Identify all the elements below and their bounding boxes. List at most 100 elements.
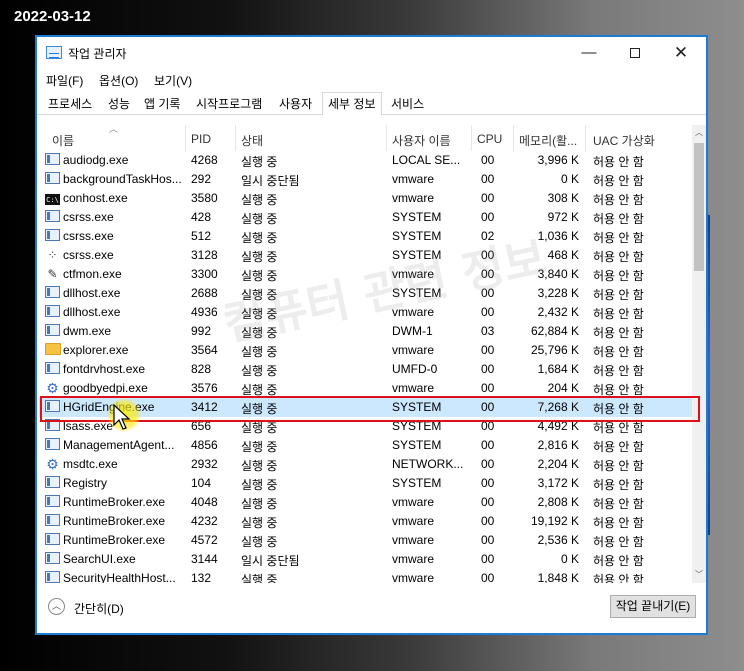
- table-row[interactable]: ⚙ msdtc.exe 2932 실행 중 NETWORK... 00 2,204 K 허용 …: [39, 455, 692, 474]
- table-row[interactable]: fontdrvhost.exe 828 실행 중 UMFD-0 00 1,684 K 허용 …: [39, 360, 692, 379]
- table-row[interactable]: SearchUI.exe 3144 일시 중단됨 vmware 00 0 K 허용 안 함: [39, 550, 692, 569]
- fewer-details-link[interactable]: 간단히(D): [74, 600, 124, 617]
- vertical-scrollbar[interactable]: ︿ ﹀: [692, 125, 706, 583]
- process-user: SYSTEM: [392, 229, 442, 243]
- table-row[interactable]: HGridEngine.exe 3412 실행 중 SYSTEM 00 7,268 K 허용…: [39, 398, 692, 417]
- column-status[interactable]: 상태: [241, 132, 263, 149]
- process-uac: 허용 안 함: [593, 516, 644, 530]
- menu-view[interactable]: 보기(V): [154, 72, 192, 89]
- table-row[interactable]: explorer.exe 3564 실행 중 vmware 00 25,796 K 허용 안…: [39, 341, 692, 360]
- maximize-button[interactable]: [612, 37, 658, 69]
- close-button[interactable]: ✕: [658, 37, 704, 69]
- process-uac: 허용 안 함: [593, 326, 644, 340]
- process-user: SYSTEM: [392, 248, 442, 262]
- table-row[interactable]: dllhost.exe 4936 실행 중 vmware 00 2,432 K 허용 안 함: [39, 303, 692, 322]
- tab-services[interactable]: 서비스: [389, 95, 426, 112]
- process-name: dwm.exe: [63, 324, 112, 338]
- process-cpu: 00: [481, 476, 495, 490]
- process-cpu: 00: [481, 248, 495, 262]
- table-row[interactable]: lsass.exe 656 실행 중 SYSTEM 00 4,492 K 허용 안 함: [39, 417, 692, 436]
- tab-users[interactable]: 사용자: [277, 95, 314, 112]
- table-row[interactable]: RuntimeBroker.exe 4572 실행 중 vmware 00 2,536 K…: [39, 531, 692, 550]
- process-cpu: 00: [481, 533, 495, 547]
- chevron-up-icon[interactable]: ︿: [48, 598, 65, 615]
- column-divider[interactable]: [471, 125, 472, 151]
- process-name: msdtc.exe: [63, 457, 118, 471]
- table-row[interactable]: ✎ ctfmon.exe 3300 실행 중 vmware 00 3,840 K 허용 안 함: [39, 265, 692, 284]
- menu-options[interactable]: 옵션(O): [99, 72, 138, 89]
- column-divider[interactable]: [585, 125, 586, 151]
- process-cpu: 00: [481, 153, 495, 167]
- titlebar[interactable]: 작업 관리자 — ✕: [37, 37, 706, 69]
- window-icon: [45, 324, 60, 336]
- process-status: 실행 중: [241, 155, 278, 169]
- process-status: 실행 중: [241, 383, 278, 397]
- column-pid[interactable]: PID: [191, 132, 211, 146]
- table-row[interactable]: RuntimeBroker.exe 4048 실행 중 vmware 00 2,808 K…: [39, 493, 692, 512]
- window-icon: [45, 514, 60, 526]
- tab-startup[interactable]: 시작프로그램: [194, 95, 264, 112]
- table-row[interactable]: Registry 104 실행 중 SYSTEM 00 3,172 K 허용 안 함: [39, 474, 692, 493]
- column-name[interactable]: 이름: [52, 132, 74, 149]
- footer: ︿ 간단히(D) 작업 끝내기(E): [37, 585, 706, 633]
- minimize-button[interactable]: —: [566, 37, 612, 69]
- column-uac[interactable]: UAC 가상화: [593, 132, 655, 149]
- table-row[interactable]: backgroundTaskHos... 292 일시 중단됨 vmware 00 0 K…: [39, 170, 692, 189]
- end-task-button[interactable]: 작업 끝내기(E): [610, 595, 696, 618]
- process-list: ︿ 이름 PID 상태 사용자 이름 CPU 메모리(활... UAC 가상화 …: [39, 125, 706, 583]
- process-uac: 허용 안 함: [593, 307, 644, 321]
- column-divider[interactable]: [235, 125, 236, 151]
- table-row[interactable]: ⁘ csrss.exe 3128 실행 중 SYSTEM 00 468 K 허용 안 함: [39, 246, 692, 265]
- row-icon: [45, 172, 61, 186]
- process-user: UMFD-0: [392, 362, 438, 376]
- table-row[interactable]: csrss.exe 428 실행 중 SYSTEM 00 972 K 허용 안 함: [39, 208, 692, 227]
- process-memory: 3,840 K: [537, 267, 579, 281]
- menu-file[interactable]: 파일(F): [46, 72, 83, 89]
- process-memory: 204 K: [547, 381, 579, 395]
- tab-details[interactable]: 세부 정보: [322, 92, 382, 116]
- column-memory[interactable]: 메모리(활...: [519, 132, 577, 149]
- scroll-up-icon[interactable]: ︿: [692, 125, 706, 141]
- tab-app-history[interactable]: 앱 기록: [142, 95, 182, 112]
- process-user: vmware: [392, 552, 435, 566]
- column-divider[interactable]: [386, 125, 387, 151]
- table-row[interactable]: ⚙ goodbyedpi.exe 3576 실행 중 vmware 00 204 K 허용 안…: [39, 379, 692, 398]
- process-pid: 992: [191, 324, 212, 338]
- table-row[interactable]: RuntimeBroker.exe 4232 실행 중 vmware 00 19,192 …: [39, 512, 692, 531]
- table-row[interactable]: dwm.exe 992 실행 중 DWM-1 03 62,884 K 허용 안 함: [39, 322, 692, 341]
- table-row[interactable]: audiodg.exe 4268 실행 중 LOCAL SE... 00 3,996 K 허…: [39, 151, 692, 170]
- process-pid: 512: [191, 229, 212, 243]
- column-cpu[interactable]: CPU: [477, 132, 502, 146]
- process-name: csrss.exe: [63, 210, 114, 224]
- process-name: conhost.exe: [63, 191, 128, 205]
- process-uac: 허용 안 함: [593, 497, 644, 511]
- table-row[interactable]: ManagementAgent... 4856 실행 중 SYSTEM 00 2,816 …: [39, 436, 692, 455]
- row-icon: [45, 153, 61, 167]
- process-memory: 2,204 K: [537, 457, 579, 471]
- process-memory: 2,432 K: [537, 305, 579, 319]
- process-name: RuntimeBroker.exe: [63, 514, 166, 528]
- row-icon: [45, 514, 61, 528]
- process-uac: 허용 안 함: [593, 212, 644, 226]
- process-uac: 허용 안 함: [593, 573, 644, 583]
- tab-performance[interactable]: 성능: [106, 95, 132, 112]
- tab-processes[interactable]: 프로세스: [46, 95, 94, 112]
- sort-ascending-icon: ︿: [109, 125, 119, 134]
- scroll-thumb[interactable]: [694, 143, 704, 271]
- process-pid: 4268: [191, 153, 218, 167]
- process-user: vmware: [392, 172, 435, 186]
- process-status: 실행 중: [241, 478, 278, 492]
- column-divider[interactable]: [513, 125, 514, 151]
- process-status: 실행 중: [241, 212, 278, 226]
- table-row[interactable]: C:\ conhost.exe 3580 실행 중 vmware 00 308 K 허용 안 …: [39, 189, 692, 208]
- column-divider[interactable]: [185, 125, 186, 151]
- column-user[interactable]: 사용자 이름: [392, 132, 451, 149]
- table-row[interactable]: csrss.exe 512 실행 중 SYSTEM 02 1,036 K 허용 안 함: [39, 227, 692, 246]
- process-cpu: 00: [481, 438, 495, 452]
- table-row[interactable]: dllhost.exe 2688 실행 중 SYSTEM 00 3,228 K 허용 안 함: [39, 284, 692, 303]
- table-row[interactable]: SecurityHealthHost... 132 실행 중 vmware 00 1,84…: [39, 569, 692, 583]
- process-memory: 308 K: [547, 191, 579, 205]
- process-cpu: 03: [481, 324, 495, 338]
- scroll-down-icon[interactable]: ﹀: [692, 567, 706, 583]
- process-user: SYSTEM: [392, 400, 442, 414]
